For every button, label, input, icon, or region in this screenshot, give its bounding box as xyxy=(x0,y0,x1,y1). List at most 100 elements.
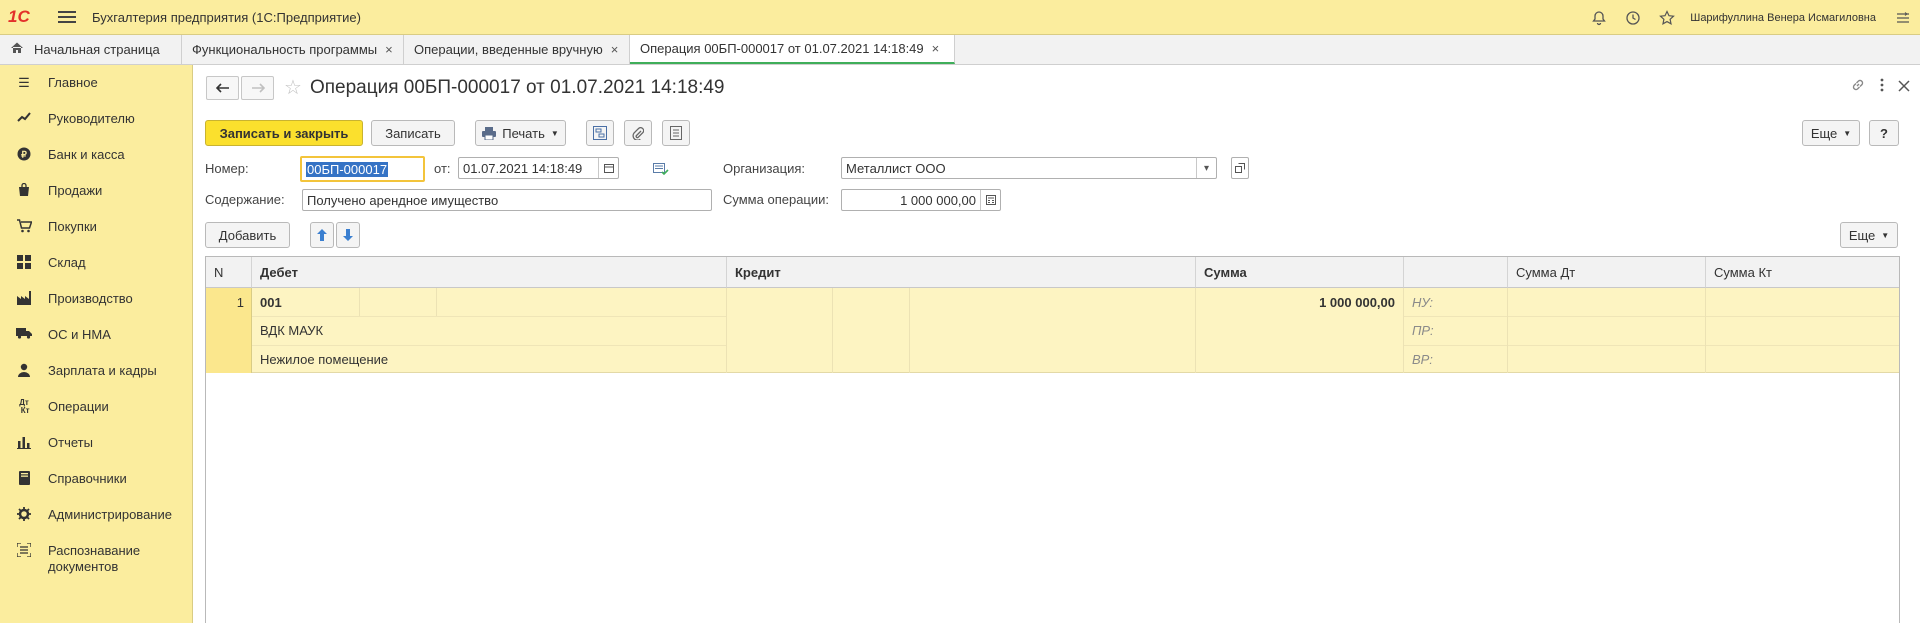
home-icon xyxy=(10,41,24,58)
settings-menu-icon[interactable] xyxy=(1886,0,1920,35)
help-button[interactable]: ? xyxy=(1869,120,1899,146)
tab-operation[interactable]: Операция 00БП-000017 от 01.07.2021 14:18… xyxy=(630,35,955,64)
sidebar-item-purchases[interactable]: Покупки xyxy=(0,209,192,245)
add-row-button[interactable]: Добавить xyxy=(205,222,290,248)
more-button[interactable]: Еще ▼ xyxy=(1802,120,1860,146)
credit-subconto-cell[interactable] xyxy=(833,288,910,373)
column-header-sum-dt[interactable]: Сумма Дт xyxy=(1508,257,1706,288)
person-icon xyxy=(16,363,32,379)
arrow-up-icon xyxy=(317,229,327,241)
sum-field[interactable]: 1 000 000,00 xyxy=(841,189,1001,211)
sidebar-item-references[interactable]: Справочники xyxy=(0,461,192,497)
favorite-star-icon[interactable]: ☆ xyxy=(284,75,302,100)
column-header-sum-kt[interactable]: Сумма Кт xyxy=(1706,257,1899,288)
bar-chart-icon xyxy=(16,435,32,451)
user-name[interactable]: Шарифуллина Венера Исмагиловна xyxy=(1690,12,1876,24)
sidebar-item-assets[interactable]: ОС и НМА xyxy=(0,317,192,353)
save-and-close-button[interactable]: Записать и закрыть xyxy=(205,120,363,146)
column-header-sum[interactable]: Сумма xyxy=(1196,257,1404,288)
content-field[interactable]: Получено арендное имущество xyxy=(302,189,712,211)
svg-text:₽: ₽ xyxy=(21,150,27,160)
tab-label: Операция 00БП-000017 от 01.07.2021 14:18… xyxy=(640,41,924,56)
column-header-debit[interactable]: Дебет xyxy=(252,257,727,288)
sidebar-item-main[interactable]: ☰ Главное xyxy=(0,65,192,101)
save-button[interactable]: Записать xyxy=(371,120,455,146)
attach-button[interactable] xyxy=(624,120,652,146)
number-field[interactable]: 00БП-000017 xyxy=(300,156,425,182)
structure-icon xyxy=(593,126,607,140)
sidebar-item-operations[interactable]: Дт Кт Операции xyxy=(0,389,192,425)
close-icon[interactable]: × xyxy=(385,42,393,57)
chevron-down-icon[interactable]: ▾ xyxy=(1196,158,1216,178)
caret-down-icon: ▼ xyxy=(1843,128,1852,138)
tab-home[interactable]: Начальная страница xyxy=(0,35,182,64)
star-icon[interactable] xyxy=(1650,0,1684,35)
sidebar-item-admin[interactable]: Администрирование xyxy=(0,497,192,533)
organization-label: Организация: xyxy=(723,161,806,176)
print-button[interactable]: Печать ▼ xyxy=(475,120,566,146)
close-icon[interactable] xyxy=(1898,79,1910,96)
forward-button[interactable] xyxy=(241,75,274,100)
sidebar: ☰ Главное Руководителю ₽ Банк и касса Прод… xyxy=(0,65,193,623)
column-header-blank[interactable] xyxy=(1404,257,1508,288)
bell-icon[interactable] xyxy=(1582,0,1616,35)
sidebar-item-reports[interactable]: Отчеты xyxy=(0,425,192,461)
tab-functionality[interactable]: Функциональность программы × xyxy=(182,35,404,64)
arrow-down-icon xyxy=(343,229,353,241)
organization-field[interactable]: Металлист ООО ▾ xyxy=(841,157,1217,179)
sidebar-item-manager[interactable]: Руководителю xyxy=(0,101,192,137)
sidebar-item-salary[interactable]: Зарплата и кадры xyxy=(0,353,192,389)
move-down-button[interactable] xyxy=(336,222,360,248)
sidebar-item-production[interactable]: Производство xyxy=(0,281,192,317)
document-list-icon xyxy=(670,126,682,140)
structure-button[interactable] xyxy=(586,120,614,146)
credit-account-cell[interactable] xyxy=(727,288,833,373)
cart-icon xyxy=(16,219,33,235)
tab-label: Функциональность программы xyxy=(192,42,378,57)
move-up-button[interactable] xyxy=(310,222,334,248)
sidebar-item-bank[interactable]: ₽ Банк и касса xyxy=(0,137,192,173)
date-field[interactable]: 01.07.2021 14:18:49 xyxy=(458,157,619,179)
debit-account-cell[interactable]: 001 xyxy=(252,288,360,316)
content-label: Содержание: xyxy=(205,192,285,207)
sidebar-item-recognition[interactable]: Распознавание документов xyxy=(0,533,192,585)
trend-icon xyxy=(16,111,32,127)
bag-icon xyxy=(16,182,32,199)
table-more-button[interactable]: Еще ▼ xyxy=(1840,222,1898,248)
calendar-icon[interactable] xyxy=(598,158,618,178)
ruble-icon: ₽ xyxy=(16,147,32,163)
more-vertical-icon[interactable] xyxy=(1880,78,1884,96)
sum-cell[interactable]: 1 000 000,00 xyxy=(1196,288,1404,316)
tab-manual-operations[interactable]: Операции, введенные вручную × xyxy=(404,35,630,64)
calculator-icon[interactable] xyxy=(980,190,1000,210)
history-icon[interactable] xyxy=(1616,0,1650,35)
open-organization-button[interactable] xyxy=(1231,157,1249,179)
debit-subconto-cell[interactable] xyxy=(437,288,727,316)
document-form: ☆ Операция 00БП-000017 от 01.07.2021 14:… xyxy=(194,65,1920,623)
sum-dt-cell[interactable] xyxy=(1508,288,1706,373)
sidebar-item-warehouse[interactable]: Склад xyxy=(0,245,192,281)
tab-label: Начальная страница xyxy=(34,42,160,57)
sum-cell-empty[interactable] xyxy=(1196,316,1404,373)
column-header-n[interactable]: N xyxy=(206,257,252,288)
sidebar-item-sales[interactable]: Продажи xyxy=(0,173,192,209)
column-header-credit[interactable]: Кредит xyxy=(727,257,1196,288)
sum-kt-cell[interactable] xyxy=(1706,288,1899,373)
main-menu-icon[interactable] xyxy=(58,11,76,23)
link-icon[interactable] xyxy=(1850,77,1866,97)
credit-subconto-cell[interactable] xyxy=(910,288,1196,373)
app-title: Бухгалтерия предприятия (1С:Предприятие) xyxy=(92,9,361,25)
dt-kt-icon: Дт Кт xyxy=(18,398,30,415)
debit-subconto-1[interactable]: ВДК МАУК xyxy=(252,316,727,345)
caret-down-icon: ▼ xyxy=(1881,230,1890,240)
back-button[interactable] xyxy=(206,75,239,100)
debit-subconto-cell[interactable] xyxy=(360,288,437,316)
tab-label: Операции, введенные вручную xyxy=(414,42,603,57)
debit-subconto-2[interactable]: Нежилое помещение xyxy=(252,345,727,373)
close-icon[interactable]: × xyxy=(611,42,619,57)
journal-button[interactable] xyxy=(662,120,690,146)
tab-bar: Начальная страница Функциональность прог… xyxy=(0,35,1920,65)
printer-icon xyxy=(482,126,497,140)
gear-icon xyxy=(16,507,32,523)
close-icon[interactable]: × xyxy=(932,41,940,56)
